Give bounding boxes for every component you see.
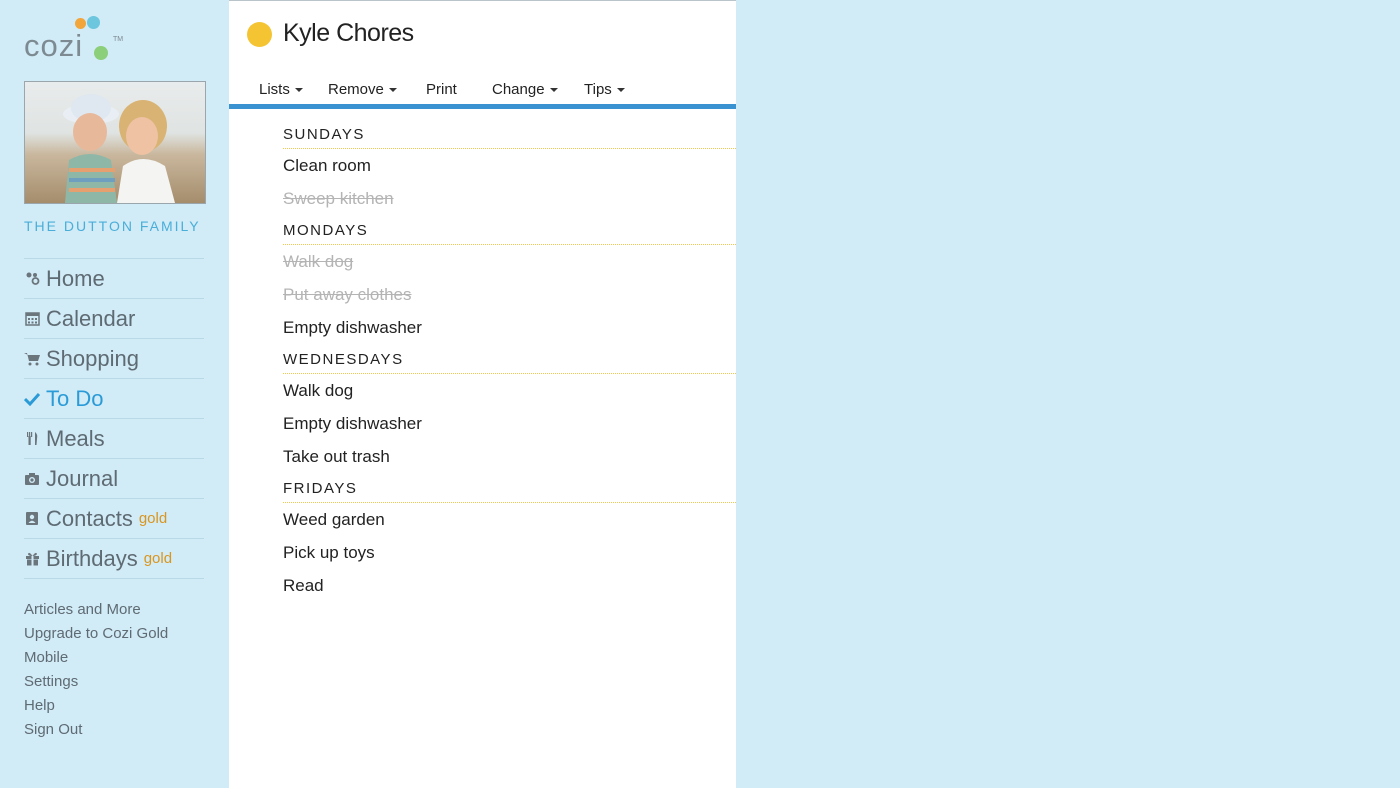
logo-dot-green xyxy=(94,46,108,60)
list-item[interactable]: Clean room xyxy=(283,149,736,182)
nav-label: Birthdays xyxy=(46,545,138,571)
nav-label: Contacts xyxy=(46,505,133,531)
list-item-completed[interactable]: Walk dog xyxy=(283,245,736,278)
calendar-icon xyxy=(24,311,40,327)
section-header: FRIDAYS xyxy=(283,473,736,503)
list-item[interactable]: Walk dog xyxy=(283,374,736,407)
nav-label: To Do xyxy=(46,385,104,411)
toolbar-label: Print xyxy=(426,81,457,98)
nav-item-shopping[interactable]: Shopping xyxy=(24,338,204,378)
cozi-logo[interactable]: cozi TM xyxy=(24,16,124,63)
logo-text: cozi xyxy=(24,28,84,63)
nav-item-contacts[interactable]: Contacts gold xyxy=(24,498,204,538)
nav-item-calendar[interactable]: Calendar xyxy=(24,298,204,338)
family-photo[interactable] xyxy=(24,81,206,204)
utensils-icon xyxy=(24,431,40,447)
caret-down-icon xyxy=(616,88,625,93)
cart-icon xyxy=(24,351,40,367)
print-button[interactable]: Print xyxy=(426,81,457,98)
page-title[interactable]: Kyle Chores xyxy=(283,19,414,48)
sidebar: cozi TM THE DUTTON FAMILY Home Calendar … xyxy=(0,0,229,788)
camera-icon xyxy=(24,471,40,487)
list-item-completed[interactable]: Sweep kitchen xyxy=(283,182,736,215)
trademark: TM xyxy=(113,36,124,43)
nav-item-meals[interactable]: Meals xyxy=(24,418,204,458)
lists-menu-button[interactable]: Lists xyxy=(259,81,303,98)
toolbar-label: Tips xyxy=(584,81,612,98)
nav-label: Calendar xyxy=(46,305,136,331)
section-header: WEDNESDAYS xyxy=(283,344,736,374)
link-help[interactable]: Help xyxy=(24,694,168,718)
link-articles[interactable]: Articles and More xyxy=(24,598,168,622)
gold-badge: gold xyxy=(138,510,168,527)
caret-down-icon xyxy=(294,88,303,93)
nav-item-birthdays[interactable]: Birthdays gold xyxy=(24,538,204,579)
gold-badge: gold xyxy=(143,550,173,567)
link-settings[interactable]: Settings xyxy=(24,670,168,694)
change-menu-button[interactable]: Change xyxy=(492,81,558,98)
list-color-dot[interactable] xyxy=(247,22,272,47)
nav-label: Journal xyxy=(46,465,119,491)
logo-dot-orange xyxy=(75,18,86,29)
remove-menu-button[interactable]: Remove xyxy=(328,81,397,98)
list-panel: Kyle Chores Lists Remove Print Change Ti… xyxy=(229,0,736,788)
family-name[interactable]: THE DUTTON FAMILY xyxy=(24,218,201,234)
caret-down-icon xyxy=(388,88,397,93)
toolbar-label: Lists xyxy=(259,81,290,98)
contacts-book-icon xyxy=(24,511,40,527)
gift-icon xyxy=(24,551,40,567)
toolbar-label: Remove xyxy=(328,81,384,98)
nav-item-home[interactable]: Home xyxy=(24,258,204,298)
list-item[interactable]: Weed garden xyxy=(283,503,736,536)
link-mobile[interactable]: Mobile xyxy=(24,646,168,670)
nav-label: Home xyxy=(46,265,105,291)
nav-item-todo[interactable]: To Do xyxy=(24,378,204,418)
list-item[interactable]: Empty dishwasher xyxy=(283,311,736,344)
logo-dot-blue xyxy=(87,16,100,29)
toolbar: Lists Remove Print Change Tips xyxy=(229,79,736,105)
nav-label: Meals xyxy=(46,425,105,451)
link-upgrade-gold[interactable]: Upgrade to Cozi Gold xyxy=(24,622,168,646)
toolbar-divider xyxy=(229,104,736,109)
todo-list: SUNDAYS Clean room Sweep kitchen MONDAYS… xyxy=(283,119,736,602)
list-item[interactable]: Take out trash xyxy=(283,440,736,473)
list-item[interactable]: Pick up toys xyxy=(283,536,736,569)
nav-label: Shopping xyxy=(46,345,139,371)
section-header: SUNDAYS xyxy=(283,119,736,149)
section-header: MONDAYS xyxy=(283,215,736,245)
nav-item-journal[interactable]: Journal xyxy=(24,458,204,498)
tips-menu-button[interactable]: Tips xyxy=(584,81,625,98)
footer-links: Articles and More Upgrade to Cozi Gold M… xyxy=(24,598,168,742)
list-item-completed[interactable]: Put away clothes xyxy=(283,278,736,311)
caret-down-icon xyxy=(549,88,558,93)
list-item[interactable]: Read xyxy=(283,569,736,602)
main-nav: Home Calendar Shopping To Do Meals Journ… xyxy=(24,258,204,579)
home-icon xyxy=(24,271,40,287)
checkmark-icon xyxy=(24,391,40,407)
list-item[interactable]: Empty dishwasher xyxy=(283,407,736,440)
toolbar-label: Change xyxy=(492,81,545,98)
link-sign-out[interactable]: Sign Out xyxy=(24,718,168,742)
